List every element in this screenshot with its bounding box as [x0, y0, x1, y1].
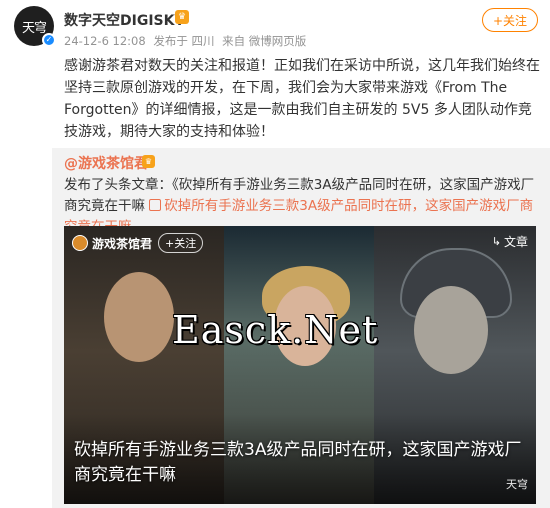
- card-source[interactable]: 游戏茶馆君 +关注: [72, 233, 204, 253]
- character-face: [104, 272, 174, 362]
- article-icon: [149, 199, 162, 211]
- share-icon: ↳: [491, 235, 501, 248]
- post-source: 来自 微博网页版: [222, 34, 307, 48]
- username[interactable]: 数字天空DIGISKY: [64, 10, 185, 30]
- post-meta: 24-12-6 12:08 发布于 四川 来自 微博网页版: [64, 33, 310, 49]
- post-body-text: 感谢游茶君对数天的关注和报道！正如我们在采访中所说，这几年我们始终在坚持三款原创…: [64, 58, 540, 140]
- repost-block[interactable]: @游戏茶馆君 ♛ 发布了头条文章：《砍掉所有手游业务三款3A级产品同时在研，这家…: [52, 148, 550, 508]
- card-source-name[interactable]: 游戏茶馆君: [92, 235, 152, 252]
- card-title[interactable]: 砍掉所有手游业务三款3A级产品同时在研，这家国产游戏厂商究竟在干嘛: [74, 438, 530, 488]
- verified-badge-icon: ✓: [42, 33, 56, 47]
- post-location: 发布于 四川: [153, 34, 215, 48]
- card-article-tag: ↳ 文章: [492, 233, 528, 250]
- vip-crown-icon: ♛: [175, 10, 189, 24]
- card-follow-button[interactable]: +关注: [158, 233, 204, 253]
- post-timestamp[interactable]: 24-12-6 12:08: [64, 34, 146, 48]
- card-corner-logo: 天穹: [506, 478, 528, 491]
- avatar-text: 天穹: [21, 20, 47, 36]
- vip-crown-icon: ♛: [142, 155, 155, 168]
- card-tag-label: 文章: [503, 235, 528, 249]
- card-source-avatar: [72, 235, 88, 251]
- follow-button[interactable]: +关注: [482, 8, 538, 32]
- article-card[interactable]: 游戏茶馆君 +关注 ↳ 文章 Easck.Net 砍掉所有手游业务三款3A级产品…: [64, 226, 536, 504]
- repost-author[interactable]: @游戏茶馆君: [64, 153, 148, 173]
- character-face: [414, 286, 488, 374]
- watermark-logo: Easck.Net: [172, 308, 379, 352]
